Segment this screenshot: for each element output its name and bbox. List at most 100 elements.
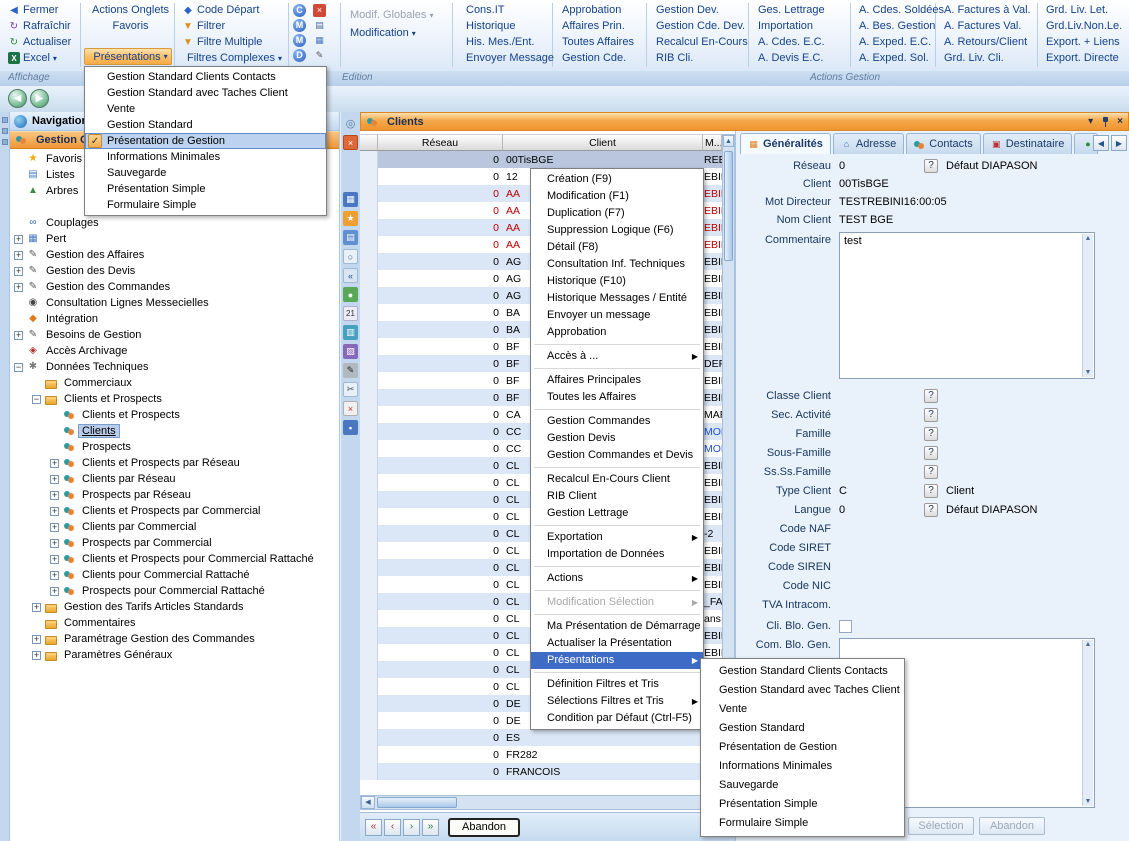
tree-item[interactable]: Gestion des Commandes xyxy=(10,279,339,295)
context-menu-item[interactable] xyxy=(531,563,703,570)
tree-item[interactable]: Données Techniques xyxy=(10,359,339,375)
expand-toggle-icon[interactable] xyxy=(50,459,59,468)
ribbon-action[interactable]: Grd. Liv. Let. xyxy=(1042,2,1126,18)
context-menu-item[interactable]: Recalcul En-Cours Client xyxy=(531,471,703,488)
tool-icon[interactable]: ✂ xyxy=(343,382,358,397)
pin-icon[interactable] xyxy=(1100,116,1110,128)
scrollbar-thumb[interactable] xyxy=(377,797,457,808)
context-menu-item[interactable]: Détail (F8) xyxy=(531,239,703,256)
row-selector[interactable] xyxy=(360,389,378,406)
menu-item[interactable]: Gestion Standard Clients Contacts xyxy=(85,69,326,85)
ribbon-action[interactable]: Toutes Affaires xyxy=(558,34,638,50)
row-selector[interactable] xyxy=(360,219,378,236)
tool-icon[interactable]: ▧ xyxy=(343,344,358,359)
ribbon-action[interactable]: Gestion Cde. Dev. xyxy=(652,18,752,34)
row-selector[interactable] xyxy=(360,542,378,559)
tree-item[interactable]: Paramètres Généraux xyxy=(10,647,339,663)
ribbon-action[interactable]: A. Exped. Sol. xyxy=(855,50,948,66)
context-menu-item[interactable]: Suppression Logique (F6) xyxy=(531,222,703,239)
tree-item[interactable]: Gestion des Affaires xyxy=(10,247,339,263)
context-menu-item[interactable]: Gestion Commandes xyxy=(531,413,703,430)
footer-button[interactable]: Sélection xyxy=(908,817,974,835)
list-icon[interactable]: ▤ xyxy=(313,19,326,32)
context-menu-item[interactable] xyxy=(531,611,703,618)
grid-icon[interactable]: ▦ xyxy=(313,34,326,47)
row-selector[interactable] xyxy=(360,236,378,253)
row-selector[interactable] xyxy=(360,202,378,219)
ribbon-action[interactable]: Recalcul En-Cours xyxy=(652,34,752,50)
context-menu-item[interactable]: Duplication (F7) xyxy=(531,205,703,222)
tool-icon[interactable]: ✎ xyxy=(343,363,358,378)
ribbon-action[interactable]: A. Cdes. Soldées xyxy=(855,2,948,18)
textarea-scrollbar[interactable]: ▲ ▼ xyxy=(1082,640,1093,806)
context-menu-item[interactable] xyxy=(531,669,703,676)
ribbon-button[interactable]: Excel ▾ xyxy=(4,50,78,66)
tree-item[interactable]: Commentaires xyxy=(10,615,339,631)
tab[interactable]: Contacts xyxy=(906,133,980,154)
tree-item[interactable]: Pert xyxy=(10,231,339,247)
row-selector[interactable] xyxy=(360,185,378,202)
row-selector[interactable] xyxy=(360,440,378,457)
column-header-client[interactable]: Client xyxy=(503,134,703,151)
tree-item[interactable]: Clients et Prospects par Réseau xyxy=(10,455,339,471)
context-menu-item[interactable]: Affaires Principales xyxy=(531,372,703,389)
row-selector[interactable] xyxy=(360,729,378,746)
tool-icon[interactable]: ▪ xyxy=(343,420,358,435)
help-button[interactable]: ? xyxy=(924,446,938,460)
row-selector[interactable] xyxy=(360,712,378,729)
row-selector[interactable] xyxy=(360,151,378,168)
tool-icon[interactable]: ▦ xyxy=(343,192,358,207)
pencil-icon[interactable]: ✎ xyxy=(313,49,326,62)
context-menu-item[interactable]: Modification Sélection ▶ xyxy=(531,594,703,611)
tree-item[interactable]: Clients xyxy=(10,423,339,439)
row-selector[interactable] xyxy=(360,746,378,763)
row-selector[interactable] xyxy=(360,593,378,610)
table-row[interactable]: 0 FRANCOIS franco xyxy=(360,763,722,780)
ribbon-button[interactable]: Actions Onglets ▾ xyxy=(84,2,172,18)
row-selector[interactable] xyxy=(360,287,378,304)
ribbon-action[interactable]: A. Factures à Val. xyxy=(940,2,1035,18)
expand-toggle-icon[interactable] xyxy=(50,491,59,500)
ribbon-action[interactable]: His. Mes./Ent. xyxy=(462,34,558,50)
tool-icon[interactable]: 21 xyxy=(343,306,358,321)
record-nav-button[interactable]: ‹ xyxy=(384,819,401,836)
context-menu-item[interactable]: Consultation Inf. Techniques xyxy=(531,256,703,273)
tree-item[interactable]: Accès Archivage xyxy=(10,343,339,359)
scroll-up-icon[interactable]: ▲ xyxy=(1083,235,1093,242)
expand-toggle-icon[interactable] xyxy=(14,283,23,292)
tree-item[interactable]: Commerciaux xyxy=(10,375,339,391)
field-value[interactable]: TEST BGE xyxy=(839,214,893,226)
tree-item[interactable]: Clients et Prospects xyxy=(10,391,339,407)
row-selector[interactable] xyxy=(360,168,378,185)
expand-toggle-icon[interactable] xyxy=(14,267,23,276)
ribbon-action[interactable]: Approbation xyxy=(558,2,638,18)
ribbon-action[interactable]: Gestion Cde. xyxy=(558,50,638,66)
tree-item[interactable]: Gestion des Devis xyxy=(10,263,339,279)
context-menu-item[interactable]: Exportation ▶ xyxy=(531,529,703,546)
menu-item[interactable]: Vente xyxy=(85,101,326,117)
tree-item[interactable]: Prospects xyxy=(10,439,339,455)
tool-icon[interactable]: × xyxy=(343,135,358,150)
tool-icon[interactable]: ★ xyxy=(343,211,358,226)
expand-toggle-icon[interactable] xyxy=(32,395,41,404)
row-selector[interactable] xyxy=(360,406,378,423)
ribbon-action[interactable]: A. Factures Val. xyxy=(940,18,1035,34)
tree-item[interactable]: Intégration xyxy=(10,311,339,327)
help-button[interactable]: ? xyxy=(924,159,938,173)
tree-item[interactable]: Prospects par Commercial xyxy=(10,535,339,551)
ribbon-action[interactable]: Cons.IT xyxy=(462,2,558,18)
tool-icon[interactable]: ▤ xyxy=(343,230,358,245)
tree-item[interactable]: Prospects pour Commercial Rattaché xyxy=(10,583,339,599)
ribbon-button[interactable]: Code Départ ▾ xyxy=(178,2,284,18)
context-menu-item[interactable] xyxy=(531,341,703,348)
submenu-item[interactable]: Sauvegarde xyxy=(701,776,904,795)
tab-scroll-right-icon[interactable]: ▶ xyxy=(1111,135,1127,151)
tree-item[interactable]: Paramétrage Gestion des Commandes xyxy=(10,631,339,647)
context-menu-item[interactable]: Création (F9) xyxy=(531,171,703,188)
ribbon-button[interactable]: Modification ▾ xyxy=(346,24,437,42)
row-selector[interactable] xyxy=(360,559,378,576)
context-menu-item[interactable]: Présentations ▶ xyxy=(531,652,703,669)
expand-toggle-icon[interactable] xyxy=(50,475,59,484)
row-selector[interactable] xyxy=(360,321,378,338)
submenu-item[interactable]: Gestion Standard avec Taches Client xyxy=(701,681,904,700)
